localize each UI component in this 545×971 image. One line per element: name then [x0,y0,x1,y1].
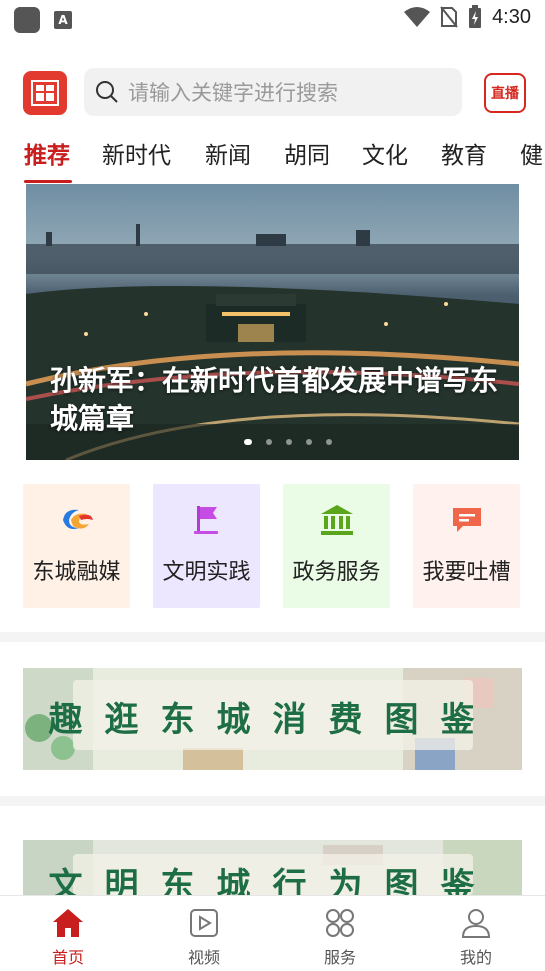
search-placeholder: 请输入关键字进行搜索 [128,81,338,105]
carousel-dot-active [244,439,252,445]
no-sim-icon [440,6,458,28]
promo-banner-consumption[interactable]: 趣逛东城消费图鉴 [23,668,522,770]
home-icon [53,909,83,937]
carousel-dots [244,439,332,445]
service-label: 政务服务 [292,560,381,585]
flag-icon [193,506,218,534]
active-tab-indicator [24,180,72,183]
search-icon [96,81,118,103]
services-grid-icon [326,909,354,937]
section-divider [0,796,545,806]
service-dongcheng-media[interactable]: 东城融媒 [23,484,130,608]
promo-text: 趣逛东城消费图鉴 [48,700,497,740]
service-government-affairs[interactable]: 政务服务 [283,484,390,608]
carousel-dot [266,439,272,445]
tab-news[interactable]: 新闻 [205,136,251,170]
promo-banner-civilization[interactable]: 文明东城行为图鉴 [23,840,522,895]
banner-title: 孙新军：在新时代首都发展中谱写东城篇章 [50,364,499,435]
tab-new-era[interactable]: 新时代 [102,136,171,170]
battery-charging-icon [469,5,482,28]
service-label: 东城融媒 [32,560,121,585]
headline-banner[interactable]: 孙新军：在新时代首都发展中谱写东城篇章 [26,184,519,460]
clock: 4:30 [492,5,531,28]
nav-label: 首页 [51,948,84,967]
tab-culture[interactable]: 文化 [362,136,408,170]
promo-text: 文明东城行为图鉴 [48,866,497,895]
service-label: 我要吐槽 [422,560,511,585]
tab-hutong[interactable]: 胡同 [284,136,330,170]
nav-video[interactable]: 视频 [136,896,272,971]
live-button[interactable]: 直播 [484,73,526,113]
tab-recommend[interactable]: 推荐 [24,136,70,170]
service-civilization-practice[interactable]: 文明实践 [153,484,260,608]
app-a-icon: A [54,11,72,29]
nav-profile[interactable]: 我的 [408,896,544,971]
top-bar: 请输入关键字进行搜索 直播 [0,66,545,118]
service-feedback[interactable]: 我要吐槽 [413,484,520,608]
user-profile-icon [461,909,491,938]
video-play-icon [190,909,218,937]
nav-label: 服务 [323,948,356,967]
section-divider [0,632,545,642]
carousel-dot [286,439,292,445]
search-bar[interactable]: 请输入关键字进行搜索 [84,68,462,116]
tab-health[interactable]: 健 [520,136,543,170]
notification-app-icon [14,7,40,33]
status-bar: A 4:30 [0,0,545,38]
nav-label: 视频 [187,948,220,967]
nav-label: 我的 [459,948,492,967]
bottom-navigation: 首页 视频 服务 我的 [0,895,545,971]
dongcheng-media-icon [62,509,93,529]
government-building-icon [320,505,353,535]
carousel-dot [306,439,312,445]
category-tabs: 推荐 新时代 新闻 胡同 文化 教育 健 [0,130,545,184]
logo-icon [31,80,59,106]
service-label: 文明实践 [162,560,251,585]
nav-home[interactable]: 首页 [0,896,136,971]
nav-services[interactable]: 服务 [272,896,408,971]
tab-education[interactable]: 教育 [441,136,487,170]
wifi-icon [404,7,431,27]
carousel-dot [326,439,332,445]
app-logo[interactable] [23,71,67,115]
chat-bubble-icon [452,508,481,532]
